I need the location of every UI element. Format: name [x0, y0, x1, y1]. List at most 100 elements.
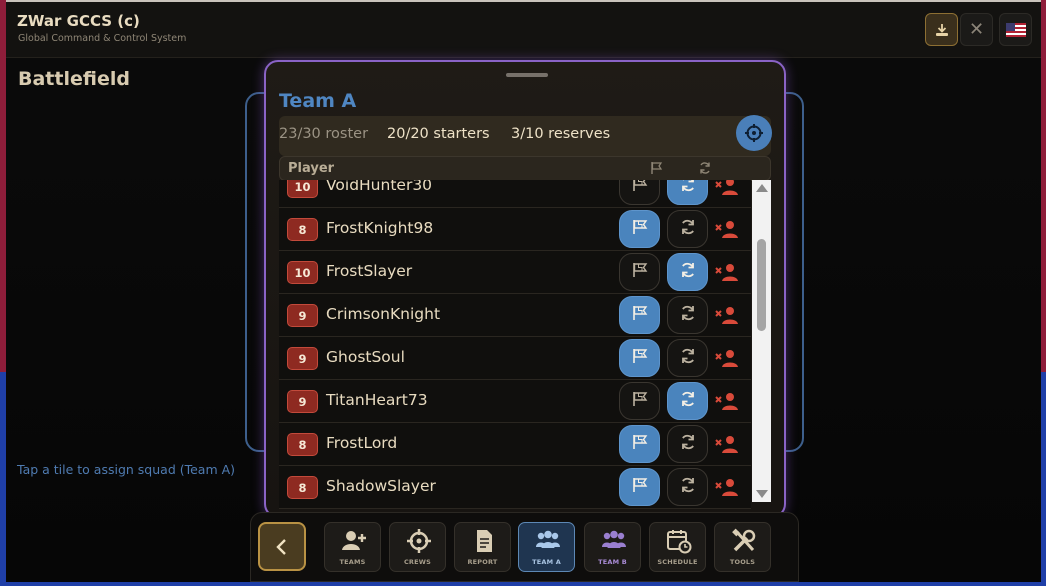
player-row[interactable]: 9 TitanHeart73 [279, 380, 751, 423]
swap-icon [679, 347, 697, 369]
back-button[interactable] [258, 522, 306, 571]
flag-icon [631, 434, 649, 454]
remove-user-icon [715, 350, 739, 374]
level-badge: 8 [287, 476, 318, 499]
reserve-toggle[interactable] [667, 382, 708, 420]
flag-icon [631, 391, 649, 411]
scroll-down-arrow[interactable] [756, 490, 768, 498]
remove-player-button[interactable] [715, 305, 739, 327]
nav-schedule[interactable]: SCHEDULE [649, 522, 706, 572]
remove-player-button[interactable] [715, 477, 739, 499]
swap-icon [679, 390, 697, 412]
swap-icon [679, 218, 697, 240]
level-badge: 10 [287, 261, 318, 284]
starter-toggle[interactable] [619, 296, 660, 334]
player-list[interactable]: 10 VoidHunter30 8 FrostKnight98 10 Frost… [279, 180, 751, 516]
player-row[interactable]: 10 VoidHunter30 [279, 180, 751, 208]
starter-toggle[interactable] [619, 468, 660, 506]
remove-player-button[interactable] [715, 434, 739, 456]
reserve-toggle[interactable] [667, 296, 708, 334]
swap-icon [679, 180, 697, 197]
starter-toggle[interactable] [619, 253, 660, 291]
level-badge: 9 [287, 390, 318, 413]
level-badge: 8 [287, 218, 318, 241]
remove-player-button[interactable] [715, 262, 739, 284]
starters-count: 20/20 starters [387, 126, 490, 142]
us-flag-icon [1005, 22, 1026, 37]
remove-user-icon [715, 479, 739, 503]
player-name[interactable]: ShadowSlayer [326, 477, 436, 495]
player-row[interactable]: 10 FrostSlayer [279, 251, 751, 294]
scroll-up-arrow[interactable] [756, 184, 768, 192]
player-row[interactable]: 8 FrostKnight98 [279, 208, 751, 251]
nav-label: CREWS [403, 558, 432, 566]
close-button[interactable]: ✕ [960, 13, 993, 46]
assign-hint: Tap a tile to assign squad (Team A) [17, 462, 236, 477]
roster-stats: 23/30 roster 20/20 starters 3/10 reserve… [279, 116, 771, 156]
level-badge: 8 [287, 433, 318, 456]
player-row[interactable]: 8 ShadowSlayer [279, 466, 751, 509]
nav-tools[interactable]: TOOLS [714, 522, 771, 572]
language-button[interactable] [999, 13, 1032, 46]
reserve-toggle[interactable] [667, 180, 708, 205]
reserve-toggle[interactable] [667, 425, 708, 463]
player-name[interactable]: GhostSoul [326, 348, 405, 366]
reserve-toggle[interactable] [667, 468, 708, 506]
roster-count: 23/30 roster [279, 126, 369, 142]
scroll-thumb[interactable] [757, 239, 766, 331]
player-name[interactable]: TitanHeart73 [326, 391, 428, 409]
nav-report[interactable]: REPORT [454, 522, 511, 572]
flag-icon [631, 477, 649, 497]
download-icon [935, 23, 948, 36]
player-name[interactable]: VoidHunter30 [326, 180, 432, 194]
reserve-toggle[interactable] [667, 339, 708, 377]
player-name[interactable]: CrimsonKnight [326, 305, 440, 323]
player-name[interactable]: FrostSlayer [326, 262, 412, 280]
starter-toggle[interactable] [619, 210, 660, 248]
team-roster-modal: Team A 23/30 roster 20/20 starters 3/10 … [264, 60, 786, 518]
right-edge-red [1041, 0, 1046, 372]
remove-user-icon [715, 180, 739, 202]
reserves-count: 3/10 reserves [511, 126, 611, 142]
swap-icon [700, 162, 710, 174]
flag-icon [631, 180, 649, 196]
starter-toggle[interactable] [619, 382, 660, 420]
column-player: Player [288, 161, 335, 176]
remove-player-button[interactable] [715, 348, 739, 370]
starter-toggle[interactable] [619, 180, 660, 205]
nav-team-b[interactable]: TEAM B [584, 522, 641, 572]
remove-player-button[interactable] [715, 391, 739, 413]
nav-teams[interactable]: TEAMS [324, 522, 381, 572]
starter-toggle[interactable] [619, 339, 660, 377]
nav-label: TEAM B [598, 558, 627, 566]
player-row[interactable]: 9 GhostSoul [279, 337, 751, 380]
player-row[interactable]: 9 CrimsonKnight [279, 294, 751, 337]
nav-label: TEAM A [532, 558, 561, 566]
remove-player-button[interactable] [715, 180, 739, 198]
starter-toggle[interactable] [619, 425, 660, 463]
locate-button[interactable] [736, 115, 772, 151]
swap-icon [679, 261, 697, 283]
remove-player-button[interactable] [715, 219, 739, 241]
reserve-toggle[interactable] [667, 253, 708, 291]
flag-icon [651, 162, 663, 174]
player-name[interactable]: FrostKnight98 [326, 219, 433, 237]
download-button[interactable] [925, 13, 958, 46]
nav-label: TEAMS [339, 558, 366, 566]
app-window: ZWar GCCS (c) Global Command & Control S… [6, 2, 1041, 582]
top-bar: ZWar GCCS (c) Global Command & Control S… [6, 2, 1041, 58]
bottom-edge [0, 582, 1046, 586]
nav-crews[interactable]: CREWS [389, 522, 446, 572]
reserve-toggle[interactable] [667, 210, 708, 248]
close-icon: ✕ [968, 19, 985, 40]
nav-label: TOOLS [729, 558, 756, 566]
player-row[interactable]: 8 FrostLord [279, 423, 751, 466]
remove-user-icon [715, 221, 739, 245]
drag-handle[interactable] [506, 73, 548, 77]
flag-icon [631, 262, 649, 282]
right-edge-blue [1041, 372, 1046, 586]
nav-team-a[interactable]: TEAM A [518, 522, 575, 572]
remove-user-icon [715, 307, 739, 331]
scrollbar[interactable] [752, 180, 771, 502]
player-name[interactable]: FrostLord [326, 434, 397, 452]
